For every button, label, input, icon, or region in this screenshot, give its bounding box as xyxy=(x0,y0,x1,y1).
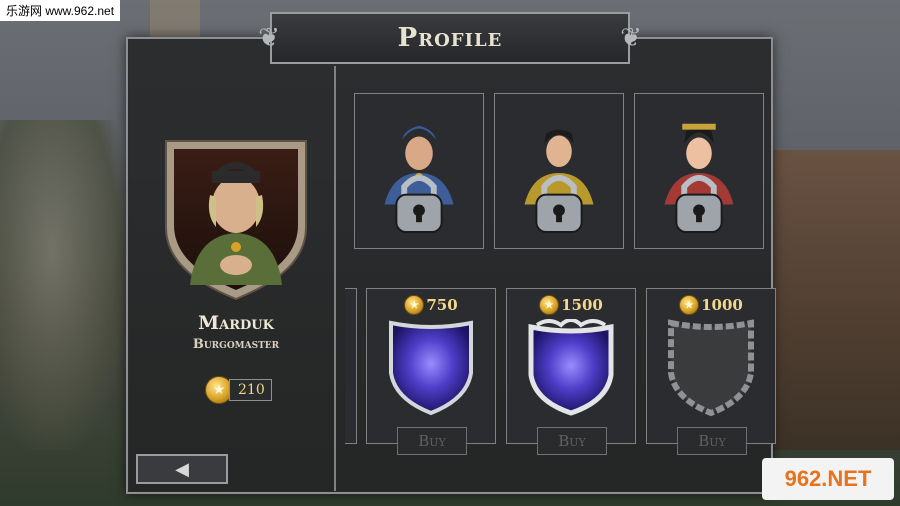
page-title: Profile xyxy=(397,23,503,53)
player-name: Marduk xyxy=(198,312,274,334)
background-building xyxy=(770,150,900,450)
player-portrait xyxy=(160,135,312,303)
shield-price: ★ 1500 xyxy=(507,295,635,315)
coin-icon: ★ xyxy=(679,295,700,315)
background-tower xyxy=(150,0,200,40)
buy-button[interactable]: Buy xyxy=(397,427,467,455)
character-card-2[interactable] xyxy=(494,93,624,249)
background-foliage xyxy=(0,120,130,450)
buy-button[interactable]: Buy xyxy=(537,427,607,455)
buy-button[interactable]: Buy xyxy=(677,427,747,455)
back-button[interactable]: ◀ xyxy=(136,454,228,484)
shield-card-3[interactable]: ★ 1000 Buy xyxy=(646,288,776,455)
title-banner: ❦ Profile ❦ xyxy=(258,12,642,64)
shield-card-2[interactable]: ★ 1500 Buy xyxy=(506,288,636,455)
shield-card-1[interactable]: ★ 750 Buy xyxy=(366,288,496,455)
ornament-icon: ❦ xyxy=(258,23,280,53)
shield-icon xyxy=(668,319,754,417)
watermark-bottom: 962.NET xyxy=(762,458,894,500)
character-card-1[interactable] xyxy=(354,93,484,249)
ornament-icon: ❦ xyxy=(620,23,642,53)
shield-icon xyxy=(528,319,614,416)
coin-amount: 210 xyxy=(229,379,272,401)
coin-icon: ★ xyxy=(539,295,560,315)
coin-balance: ★ 210 xyxy=(205,376,272,404)
coin-icon: ★ xyxy=(404,295,425,315)
shield-card-partial xyxy=(345,288,357,444)
watermark-top: 乐游网 www.962.net xyxy=(0,0,121,21)
divider xyxy=(334,66,336,491)
character-card-3[interactable] xyxy=(634,93,764,249)
shield-icon xyxy=(389,320,473,416)
player-rank: Burgomaster xyxy=(192,337,280,352)
arrow-left-icon: ◀ xyxy=(175,458,189,480)
shield-price: ★ 1000 xyxy=(647,295,775,315)
shield-price: ★ 750 xyxy=(367,295,495,315)
